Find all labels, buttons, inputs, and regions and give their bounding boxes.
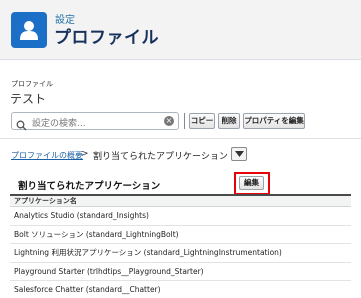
table-row: Lightning 利用状況アプリケーション (standard_Lightni…: [10, 244, 351, 263]
table-row: Salesforce Chatter (standard__Chatter): [10, 281, 351, 298]
breadcrumb-dropdown[interactable]: [231, 147, 247, 161]
object-type-label: プロファイル: [11, 80, 53, 88]
delete-button[interactable]: 削除: [218, 113, 240, 129]
edit-button[interactable]: 編集: [239, 176, 264, 190]
table-row: Analytics Studio (standard_Insights): [10, 207, 351, 226]
search-icon: [16, 116, 27, 135]
page-header: 設定 プロファイル: [0, 0, 361, 60]
user-icon: [11, 12, 47, 48]
table-row: Bolt ソリューション (standard_LightningBolt): [10, 226, 351, 244]
clear-icon[interactable]: ×: [164, 116, 174, 126]
page-title: プロファイル: [54, 28, 159, 48]
search-input[interactable]: 設定の検索... ×: [11, 112, 179, 131]
breadcrumb-separator: >: [81, 149, 89, 159]
divider: [0, 138, 361, 139]
copy-button[interactable]: コピー: [189, 113, 215, 129]
chevron-down-icon: [235, 151, 244, 157]
toolbar-divider: [184, 113, 185, 129]
edit-properties-button[interactable]: プロパティを編集: [243, 113, 305, 129]
search-placeholder: 設定の検索...: [32, 119, 86, 129]
section-title: 割り当てられたアプリケーション: [18, 181, 161, 192]
assigned-apps-table: アプリケーション名 Analytics Studio (standard_Ins…: [10, 194, 351, 298]
table-header: アプリケーション名: [10, 194, 351, 207]
profile-name: テスト: [10, 92, 47, 106]
breadcrumb-current: 割り当てられたアプリケーション: [93, 152, 228, 162]
table-row: Playground Starter (trlhdtips__Playgroun…: [10, 263, 351, 281]
profile-overview-link[interactable]: プロファイルの概要: [11, 150, 83, 161]
